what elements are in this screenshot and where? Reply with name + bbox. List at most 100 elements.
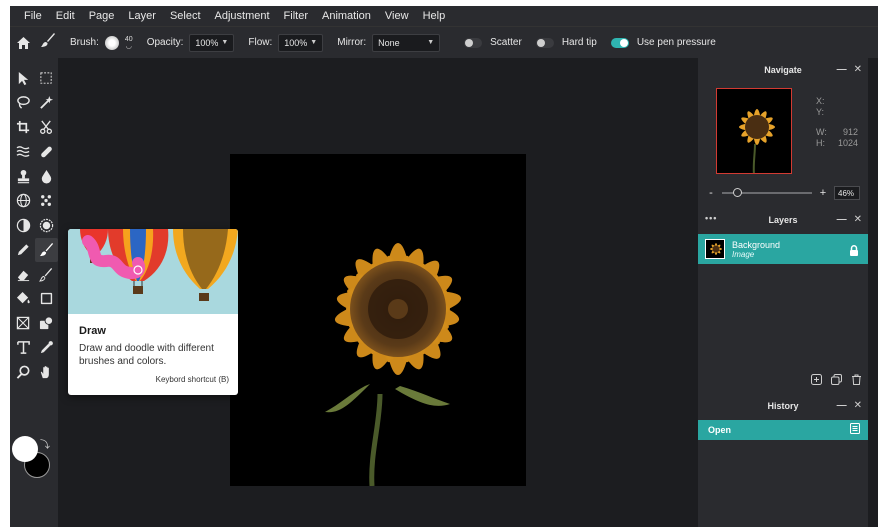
history-item-label: Open <box>708 425 732 435</box>
zoom-slider-handle[interactable] <box>733 188 742 197</box>
close-icon[interactable]: ✕ <box>854 400 862 411</box>
gradient-tool[interactable] <box>35 287 58 312</box>
foreground-color[interactable] <box>12 436 38 462</box>
select-arrow-icon <box>18 71 29 85</box>
lock-icon[interactable] <box>849 243 859 261</box>
menu-edit[interactable]: Edit <box>56 10 75 22</box>
marquee-tool[interactable] <box>35 66 58 91</box>
zoom-in-button[interactable]: + <box>818 187 828 199</box>
menu-page[interactable]: Page <box>89 10 115 22</box>
sponge-tool[interactable] <box>35 213 58 238</box>
zoom-out-button[interactable]: - <box>706 187 716 199</box>
minimize-icon[interactable]: — <box>837 214 847 225</box>
magic-wand-icon <box>40 96 54 110</box>
healing-bandage-tool[interactable] <box>35 140 58 165</box>
photo-editor-app: File Edit Page Layer Select Adjustment F… <box>10 6 878 527</box>
swap-colors-icon[interactable]: ⤵ <box>40 436 50 451</box>
hard-tip-label: Hard tip <box>561 37 597 48</box>
history-title: History <box>767 401 799 411</box>
healing-bandage-icon <box>41 146 52 158</box>
text-icon <box>17 341 30 355</box>
magic-wand-tool[interactable] <box>35 91 58 116</box>
navigate-header: Navigate — ✕ <box>698 58 868 82</box>
menu-help[interactable]: Help <box>423 10 446 22</box>
zoom-tool[interactable] <box>12 360 35 385</box>
dodge-burn-tool[interactable] <box>12 213 35 238</box>
mirror-label: Mirror: <box>337 37 367 48</box>
minimize-icon[interactable]: — <box>837 64 847 75</box>
menu-layer[interactable]: Layer <box>128 10 156 22</box>
scissors-tool[interactable] <box>35 115 58 140</box>
close-icon[interactable]: ✕ <box>854 64 862 75</box>
document-image[interactable] <box>230 154 526 486</box>
mirror-select[interactable]: None ▼ <box>372 33 441 52</box>
hard-tip-toggle[interactable] <box>535 37 554 48</box>
marquee-icon <box>40 72 52 84</box>
zoom-slider[interactable] <box>722 188 812 197</box>
lasso-icon <box>17 96 30 109</box>
more-options-icon[interactable]: ••• <box>705 213 717 223</box>
brush-tool[interactable] <box>35 237 58 262</box>
width-value: 912 <box>842 127 858 137</box>
shape-tool[interactable] <box>35 311 58 336</box>
dodge-burn-icon <box>16 218 31 232</box>
zoom-controls: - + 46% <box>706 186 862 200</box>
sunflower-image <box>325 243 462 486</box>
paint-bucket-tool[interactable] <box>12 287 35 312</box>
globe-tool[interactable] <box>12 189 35 214</box>
scatter-label: Scatter <box>490 37 522 48</box>
draw-tool-tooltip: Draw Draw and doodle with different brus… <box>68 229 238 395</box>
menu-filter[interactable]: Filter <box>284 10 308 22</box>
tools-panel: ⤵ <box>10 58 58 527</box>
pen-pressure-toggle[interactable] <box>610 37 629 48</box>
menu-bar: File Edit Page Layer Select Adjustment F… <box>10 6 878 26</box>
frame-tool[interactable] <box>12 311 35 336</box>
navigator-thumbnail[interactable] <box>716 88 792 174</box>
eyedropper-icon <box>40 341 53 354</box>
close-icon[interactable]: ✕ <box>854 214 862 225</box>
history-item[interactable]: Open <box>698 420 868 440</box>
color-replace-tool[interactable] <box>35 262 58 287</box>
pencil-tool[interactable] <box>12 238 35 263</box>
layers-header: ••• Layers — ✕ <box>698 208 868 232</box>
home-icon[interactable] <box>16 36 30 50</box>
menu-file[interactable]: File <box>24 10 42 22</box>
text-tool[interactable] <box>12 336 35 361</box>
eyedropper-tool[interactable] <box>35 336 58 361</box>
eraser-icon <box>17 270 30 281</box>
delete-layer-icon[interactable] <box>851 372 862 390</box>
crop-tool[interactable] <box>12 115 35 140</box>
opacity-select[interactable]: 100% ▼ <box>189 33 235 52</box>
layer-item[interactable]: Background Image <box>698 234 868 264</box>
menu-view[interactable]: View <box>385 10 409 22</box>
pattern-dots-tool[interactable] <box>35 189 58 214</box>
hand-tool[interactable] <box>35 360 58 385</box>
height-label: H: <box>816 138 825 148</box>
eraser-tool[interactable] <box>12 262 35 287</box>
liquify-icon <box>16 146 30 158</box>
zoom-input[interactable]: 46% <box>834 186 860 200</box>
blur-drop-tool[interactable] <box>35 164 58 189</box>
brush-label: Brush: <box>70 37 99 48</box>
brush-icon <box>39 243 54 257</box>
menu-animation[interactable]: Animation <box>322 10 371 22</box>
paint-bucket-icon <box>16 292 30 304</box>
menu-adjustment[interactable]: Adjustment <box>215 10 270 22</box>
lasso-tool[interactable] <box>12 91 35 116</box>
add-layer-icon[interactable] <box>811 372 822 390</box>
scatter-toggle[interactable] <box>464 37 483 48</box>
hand-icon <box>40 365 49 378</box>
tool-grid <box>12 66 58 385</box>
brush-size[interactable]: 40 ◡ <box>125 36 133 50</box>
layer-thumbnail <box>705 239 725 259</box>
clone-stamp-tool[interactable] <box>12 164 35 189</box>
minimize-icon[interactable]: — <box>837 400 847 411</box>
y-label: Y: <box>816 107 825 117</box>
menu-select[interactable]: Select <box>170 10 201 22</box>
liquify-tool[interactable] <box>12 140 35 165</box>
brush-preview[interactable] <box>104 35 119 50</box>
tool-options-bar: Brush: 40 ◡ Opacity: 100% ▼ Flow: 100% ▼ Mi… <box>10 26 878 58</box>
flow-select[interactable]: 100% ▼ <box>278 33 324 52</box>
select-arrow-tool[interactable] <box>12 66 35 91</box>
duplicate-layer-icon[interactable] <box>831 372 842 390</box>
